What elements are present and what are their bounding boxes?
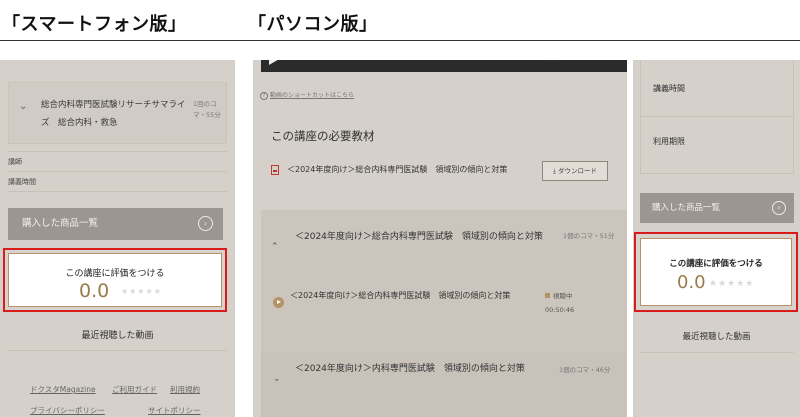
star-rating-icon[interactable]: ★★★★★ [709,279,754,289]
chevron-down-icon: ⌄ [19,101,28,112]
material-title: ＜2024年度向け＞総合内科専門医試験 領域別の傾向と対策 [287,165,508,174]
pc-sidebar: 講義時間 利用期限 購入した商品一覧 › この講座に評価をつける 0.0 ★★★… [633,60,800,417]
footer-link-terms[interactable]: 利用規約 [170,384,200,395]
accordion-2-title: ＜2024年度向け＞内科専門医試験 領域別の傾向と対策 [295,364,525,374]
download-button[interactable]: ⤓ ダウンロード [542,161,608,181]
rating-score: 0.0 [677,272,706,293]
course-accordion[interactable]: ⌄ 総合内科専門医試験リサーチサマライズ 総合内科・救急 1回のコマ・55分 [8,82,227,144]
divider [8,171,227,172]
shortcut-link-label: 動画のショートカットはこちら [270,92,355,99]
comparison-screen: 「スマートフォン版」 「パソコン版」 ⌄ 総合内科専門医試験リサーチサマライズ … [0,0,800,417]
chevron-right-icon: › [772,201,786,215]
course-title: 総合内科専門医試験リサーチサマライズ 総合内科・救急 [41,100,186,128]
chevron-down-icon: ⌄ [273,374,281,384]
divider [641,116,793,117]
rating-label: この講座に評価をつける [65,269,165,279]
footer-link-magazine[interactable]: ドクスタMagazine [30,384,96,395]
divider [8,151,227,152]
chevron-right-icon: › [198,216,213,231]
pdf-icon [271,164,279,175]
accordion-1-meta: 1個のコマ・51分 [563,232,615,240]
lesson-status-text: 視聴中 [553,292,573,300]
rating-label: この講座に評価をつける [669,259,763,269]
lesson-status: 視聴中 00:50:46 [545,289,574,317]
course-accordion-2[interactable]: ⌄ ＜2024年度向け＞内科専門医試験 領域別の傾向と対策 1個のコマ・46分 [261,352,627,417]
material-item: ＜2024年度向け＞総合内科専門医試験 領域別の傾向と対策 [271,164,507,175]
course-info-box: 講義時間 利用期限 [640,60,794,174]
shortcut-link[interactable]: ? 動画のショートカットはこちら [260,90,354,100]
help-icon: ? [260,92,268,100]
rating-box[interactable]: この講座に評価をつける 0.0 ★★★★★ [3,248,227,312]
play-icon[interactable] [269,60,281,65]
footer-link-privacy[interactable]: プライバシーポリシー [30,405,105,416]
status-dot-icon [545,293,550,298]
rating-score: 0.0 [79,280,110,302]
lecture-time-label: 講義時間 [8,178,36,186]
divider [8,191,227,192]
smartphone-panel: ⌄ 総合内科専門医試験リサーチサマライズ 総合内科・救急 1回のコマ・55分 講… [0,60,235,417]
course-meta: 1回のコマ・55分 [193,100,221,119]
accordion-1-title: ＜2024年度向け＞総合内科専門医試験 領域別の傾向と対策 [295,232,543,242]
recent-videos-label: 最近視聴した動画 [682,332,751,342]
lesson-title: ＜2024年度向け＞総合内科専門医試験 領域別の傾向と対策 [290,291,511,300]
usage-period-label: 利用期限 [653,137,685,146]
rating-box-inner: この講座に評価をつける 0.0 ★★★★★ [8,253,222,307]
recent-videos-label: 最近視聴した動画 [81,331,154,341]
heading-divider [0,40,800,41]
divider [8,350,227,351]
divider [640,352,794,353]
purchased-items-label: 購入した商品一覧 [652,203,721,213]
footer-link-sitepolicy[interactable]: サイトポリシー [148,405,201,416]
rating-box-inner: この講座に評価をつける 0.0 ★★★★★ [640,238,792,306]
chevron-up-icon: ⌃ [271,242,279,252]
video-controls-icon[interactable]: ◀) ⚙ ▭ ⛶ [545,60,619,62]
lesson-duration: 00:50:46 [545,306,575,314]
video-player[interactable]: ◀) ⚙ ▭ ⛶ [261,60,627,72]
rating-box[interactable]: この講座に評価をつける 0.0 ★★★★★ [634,232,798,312]
footer-link-guide[interactable]: ご利用ガイド [112,384,157,395]
pc-heading: 「パソコン版」 [248,14,378,35]
purchased-items-button[interactable]: 購入した商品一覧 › [8,208,223,240]
smartphone-heading: 「スマートフォン版」 [2,14,187,35]
lecture-time-label: 講義時間 [653,84,685,93]
purchased-items-button[interactable]: 購入した商品一覧 › [640,193,794,223]
star-rating-icon[interactable]: ★★★★★ [121,287,162,296]
instructor-label: 講師 [8,158,22,166]
accordion-2-meta: 1個のコマ・46分 [559,366,611,374]
materials-heading: この講座の必要教材 [271,129,375,143]
play-circle-icon[interactable] [273,297,284,308]
course-accordion-1[interactable]: ⌃ ＜2024年度向け＞総合内科専門医試験 領域別の傾向と対策 1個のコマ・51… [261,210,627,360]
pc-main-panel: ◀) ⚙ ▭ ⛶ ?動画のショートカットはこちら この講座の必要教材 ＜2024… [253,60,627,417]
purchased-items-label: 購入した商品一覧 [22,218,99,229]
